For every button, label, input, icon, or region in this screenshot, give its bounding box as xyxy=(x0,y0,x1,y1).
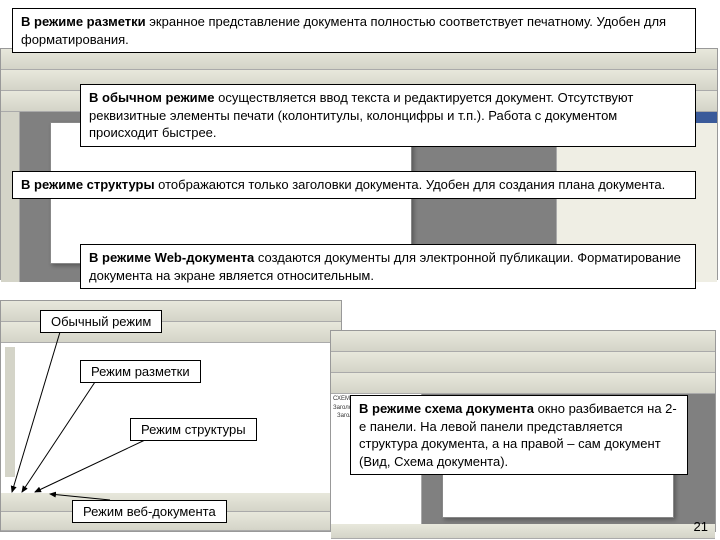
callout-bold: В режиме разметки xyxy=(21,14,146,29)
callout-text: отображаются только заголовки документа.… xyxy=(155,177,666,192)
callout-web-mode: В режиме Web-документа создаются докумен… xyxy=(80,244,696,289)
callout-bold: В обычном режиме xyxy=(89,90,215,105)
word-window-bg-2 xyxy=(0,300,342,532)
label-layout-mode: Режим разметки xyxy=(80,360,201,383)
label-web-mode: Режим веб-документа xyxy=(72,500,227,523)
callout-bold: В режиме структуры xyxy=(21,177,155,192)
page-number: 21 xyxy=(694,519,708,534)
label-outline-mode: Режим структуры xyxy=(130,418,257,441)
callout-outline-mode: В режиме структуры отображаются только з… xyxy=(12,171,696,199)
callout-normal-mode: В обычном режиме осуществляется ввод тек… xyxy=(80,84,696,147)
callout-scheme-mode: В режиме схема документа окно разбиваетс… xyxy=(350,395,688,475)
label-normal-mode: Обычный режим xyxy=(40,310,162,333)
callout-bold: В режиме схема документа xyxy=(359,401,534,416)
callout-bold: В режиме Web-документа xyxy=(89,250,254,265)
callout-layout-mode: В режиме разметки экранное представление… xyxy=(12,8,696,53)
